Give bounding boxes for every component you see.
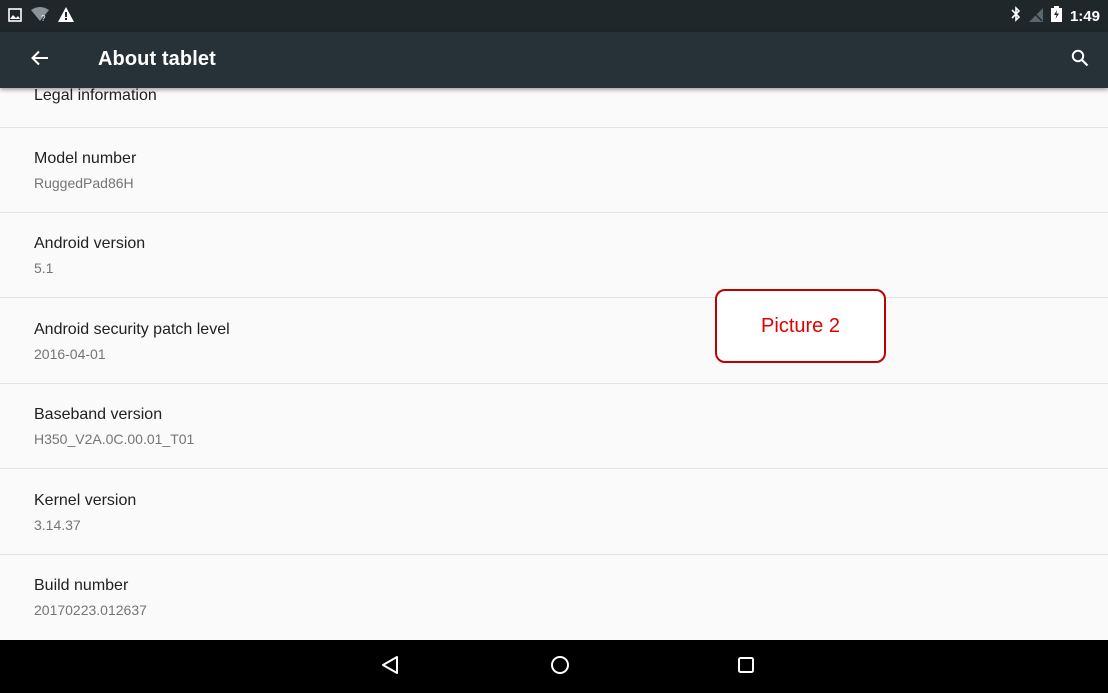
app-toolbar: About tablet [0,32,1108,88]
no-signal-icon [1028,7,1043,26]
item-summary: 20170223.012637 [34,602,147,618]
item-title: Android version [34,235,146,252]
status-left-icons: ? [8,6,74,26]
item-summary: 5.1 [34,260,54,276]
list-item-android-version[interactable]: Android version 5.1 [0,213,1108,298]
status-time: 1:49 [1069,7,1100,25]
list-item-model-number[interactable]: Model number RuggedPad86H [0,128,1108,213]
status-right-icons: 1:49 [1011,6,1100,26]
item-summary: H350_V2A.0C.00.01_T01 [34,431,195,447]
item-summary: 2016-04-01 [34,346,106,362]
annotation-callout: Picture 2 [715,289,886,363]
battery-charging-icon [1050,6,1062,26]
list-item-kernel-version[interactable]: Kernel version 3.14.37 [0,469,1108,555]
back-button[interactable] [24,46,56,74]
item-title: Build number [34,577,129,594]
android-screen: ? 1:49 About tablet Legal information Mo… [0,0,1108,693]
item-summary: 3.14.37 [34,517,81,533]
about-settings-list: Legal information Model number RuggedPad… [0,88,1108,640]
item-title: Kernel version [34,492,137,509]
image-notification-icon [8,7,22,26]
nav-recents-button[interactable] [732,653,760,681]
list-item-legal-information[interactable]: Legal information [0,88,1108,128]
search-button[interactable] [1066,46,1094,74]
status-bar: ? 1:49 [0,0,1108,32]
svg-text:?: ? [41,14,46,22]
item-title: Model number [34,150,137,167]
home-circle-icon [550,655,570,679]
recents-square-icon [737,656,755,678]
warning-icon [58,6,74,26]
annotation-label: Picture 2 [761,314,840,337]
page-title: About tablet [98,48,216,70]
nav-home-button[interactable] [546,653,574,681]
wifi-unknown-icon: ? [30,6,50,26]
item-title: Baseband version [34,406,163,423]
navigation-bar [0,640,1108,693]
item-summary: RuggedPad86H [34,175,134,191]
item-title: Android security patch level [34,321,230,338]
list-item-security-patch-level[interactable]: Android security patch level 2016-04-01 [0,298,1108,384]
nav-back-button[interactable] [376,653,404,681]
list-item-build-number[interactable]: Build number 20170223.012637 [0,555,1108,640]
item-title: Legal information [34,88,157,104]
search-icon [1071,49,1089,71]
back-triangle-icon [381,655,399,679]
bluetooth-icon [1011,6,1021,26]
arrow-back-icon [31,50,49,70]
list-item-baseband-version[interactable]: Baseband version H350_V2A.0C.00.01_T01 [0,384,1108,469]
